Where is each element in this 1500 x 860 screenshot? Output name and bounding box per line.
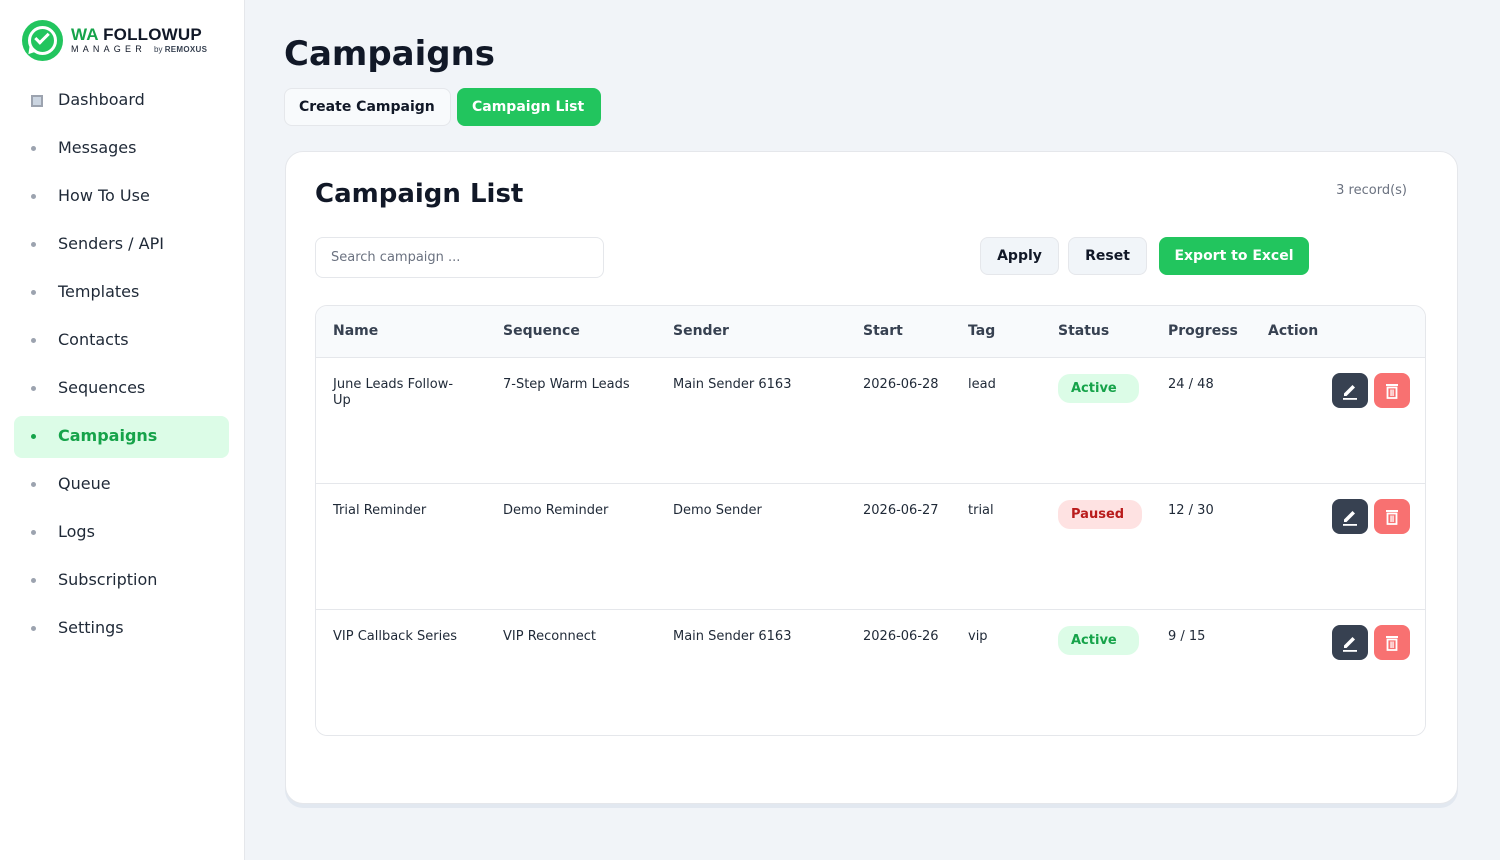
- brand-name: WA FOLLOWUP: [71, 25, 202, 44]
- column-header-name[interactable]: Name: [333, 323, 378, 339]
- brand-subtitle: MANAGER: [71, 44, 146, 54]
- record-count: 3 record(s): [1336, 183, 1407, 198]
- campaign-tag: trial: [968, 503, 994, 518]
- campaign-sender: Demo Sender: [673, 503, 762, 518]
- bullet-icon: [31, 290, 36, 295]
- sidebar-item-dashboard[interactable]: Dashboard: [14, 80, 229, 122]
- status-badge: Paused: [1058, 500, 1142, 529]
- bullet-icon: [31, 530, 36, 535]
- whatsapp-icon: [22, 20, 63, 61]
- card-title: Campaign List: [315, 179, 524, 209]
- pencil-icon: [1343, 384, 1357, 400]
- trash-icon: [1386, 383, 1398, 399]
- bullet-icon: [31, 386, 36, 391]
- campaign-progress: 12 / 30: [1168, 503, 1214, 518]
- sidebar-item-label: Queue: [58, 474, 111, 493]
- bullet-icon: [31, 482, 36, 487]
- campaign-start-date: 2026-06-27: [863, 503, 939, 518]
- sidebar-item-label: Senders / API: [58, 234, 164, 253]
- sidebar-item-logs[interactable]: Logs: [14, 512, 229, 554]
- tab-campaign-list[interactable]: Campaign List: [457, 88, 601, 126]
- sidebar-item-campaigns[interactable]: Campaigns: [14, 416, 229, 458]
- table-row: Trial Reminder Demo Reminder Demo Sender…: [316, 484, 1425, 610]
- campaign-sender: Main Sender 6163: [673, 629, 792, 644]
- sidebar-nav: Dashboard Messages How To Use Senders / …: [14, 80, 229, 656]
- search-input[interactable]: [315, 237, 604, 278]
- sidebar-item-label: Settings: [58, 618, 124, 637]
- campaign-start-date: 2026-06-26: [863, 629, 939, 644]
- column-header-tag[interactable]: Tag: [968, 323, 995, 339]
- sidebar-item-label: How To Use: [58, 186, 150, 205]
- reset-button[interactable]: Reset: [1068, 237, 1147, 275]
- campaign-name: June Leads Follow-Up: [333, 377, 454, 408]
- trash-icon: [1386, 509, 1398, 525]
- sidebar-item-label: Templates: [58, 282, 140, 301]
- brand-logo[interactable]: WA FOLLOWUP MANAGER by REMOXUS: [22, 20, 222, 64]
- table-row: VIP Callback Series VIP Reconnect Main S…: [316, 610, 1425, 735]
- campaign-progress: 24 / 48: [1168, 377, 1214, 392]
- table-header: Name Sequence Sender Start Tag Status Pr…: [316, 306, 1425, 358]
- edit-button[interactable]: [1332, 373, 1368, 408]
- edit-button[interactable]: [1332, 625, 1368, 660]
- sidebar-item-subscription[interactable]: Subscription: [14, 560, 229, 602]
- export-to-excel-button[interactable]: Export to Excel: [1159, 237, 1309, 275]
- campaign-name: VIP Callback Series: [333, 629, 457, 644]
- column-header-start[interactable]: Start: [863, 323, 903, 339]
- sidebar-item-queue[interactable]: Queue: [14, 464, 229, 506]
- apply-button[interactable]: Apply: [980, 237, 1059, 275]
- sidebar-item-how-to-use[interactable]: How To Use: [14, 176, 229, 218]
- sidebar-item-label: Dashboard: [58, 90, 145, 109]
- status-badge: Active: [1058, 626, 1139, 655]
- table-row: June Leads Follow-Up 7-Step Warm Leads M…: [316, 358, 1425, 484]
- column-header-action: Action: [1268, 323, 1319, 339]
- column-header-progress[interactable]: Progress: [1168, 323, 1238, 339]
- campaign-start-date: 2026-06-28: [863, 377, 939, 392]
- column-header-sender[interactable]: Sender: [673, 323, 729, 339]
- sidebar-item-label: Contacts: [58, 330, 129, 349]
- sidebar: WA FOLLOWUP MANAGER by REMOXUS Dashboard…: [0, 0, 245, 860]
- pencil-icon: [1343, 510, 1357, 526]
- column-header-status[interactable]: Status: [1058, 323, 1109, 339]
- sidebar-item-senders-api[interactable]: Senders / API: [14, 224, 229, 266]
- campaign-sequence: 7-Step Warm Leads: [503, 377, 630, 392]
- pencil-icon: [1343, 636, 1357, 652]
- campaign-progress: 9 / 15: [1168, 629, 1206, 644]
- campaign-sender: Main Sender 6163: [673, 377, 792, 392]
- delete-button[interactable]: [1374, 373, 1410, 408]
- sidebar-item-templates[interactable]: Templates: [14, 272, 229, 314]
- sidebar-item-label: Logs: [58, 522, 95, 541]
- delete-button[interactable]: [1374, 499, 1410, 534]
- bullet-icon: [31, 434, 36, 439]
- dashboard-icon: [31, 95, 43, 107]
- sidebar-item-label: Subscription: [58, 570, 158, 589]
- bullet-icon: [31, 338, 36, 343]
- campaign-tag: lead: [968, 377, 996, 392]
- campaign-sequence: VIP Reconnect: [503, 629, 596, 644]
- edit-button[interactable]: [1332, 499, 1368, 534]
- sidebar-item-contacts[interactable]: Contacts: [14, 320, 229, 362]
- sidebar-item-label: Messages: [58, 138, 137, 157]
- sidebar-item-label: Campaigns: [58, 426, 158, 445]
- sidebar-item-sequences[interactable]: Sequences: [14, 368, 229, 410]
- bullet-icon: [31, 578, 36, 583]
- tab-create-campaign[interactable]: Create Campaign: [284, 88, 451, 126]
- status-badge: Active: [1058, 374, 1139, 403]
- bullet-icon: [31, 194, 36, 199]
- campaign-list-card: Campaign List 3 record(s) Apply Reset Ex…: [285, 151, 1458, 804]
- campaign-name: Trial Reminder: [333, 503, 427, 518]
- brand-company: by REMOXUS: [154, 45, 208, 54]
- page-title: Campaigns: [284, 34, 496, 74]
- delete-button[interactable]: [1374, 625, 1410, 660]
- campaign-tag: vip: [968, 629, 988, 644]
- bullet-icon: [31, 626, 36, 631]
- bullet-icon: [31, 242, 36, 247]
- sidebar-item-settings[interactable]: Settings: [14, 608, 229, 650]
- trash-icon: [1386, 635, 1398, 651]
- campaign-table: Name Sequence Sender Start Tag Status Pr…: [315, 305, 1426, 736]
- sidebar-item-label: Sequences: [58, 378, 146, 397]
- campaign-sequence: Demo Reminder: [503, 503, 609, 518]
- column-header-sequence[interactable]: Sequence: [503, 323, 580, 339]
- sidebar-item-messages[interactable]: Messages: [14, 128, 229, 170]
- bullet-icon: [31, 146, 36, 151]
